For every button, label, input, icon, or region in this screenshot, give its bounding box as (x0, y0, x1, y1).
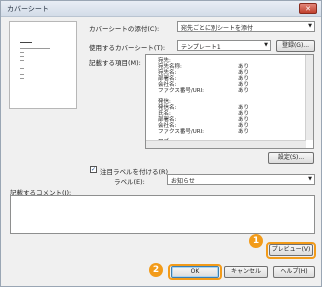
preview-line (20, 68, 24, 69)
cover-type-label: カバーシートの添付(C): (89, 25, 160, 33)
template-value: テンプレート1 (181, 44, 221, 51)
chevron-down-icon: ▼ (308, 23, 312, 29)
attention-label-checkbox[interactable]: ✓ (90, 166, 97, 173)
template-select[interactable]: テンプレート1 ▼ (177, 40, 271, 51)
preview-button[interactable]: プレビュー(V) (269, 244, 313, 256)
cover-type-value: 宛先ごとに別シートを添付 (181, 25, 254, 32)
preview-line (20, 78, 24, 79)
list-item: ファクス番号/URI: あり (158, 129, 250, 135)
list-item: ファクス番号/URI: あり (158, 88, 250, 94)
preview-line (20, 56, 24, 57)
register-button[interactable]: 登録(G)... (276, 40, 315, 52)
callout-2: 2 (149, 263, 163, 277)
chevron-down-icon: ▼ (308, 176, 312, 182)
preview-fax-heading (20, 42, 32, 43)
chevron-down-icon: ▼ (264, 42, 268, 48)
callout-1: 1 (249, 234, 263, 248)
cover-sheet-dialog: カバーシート ✕ カバーシートの添付(C): 宛先ごとに別シートを添付 ▼ 使用… (0, 0, 322, 287)
preview-line (20, 74, 24, 75)
title-bar: カバーシート ✕ (1, 1, 321, 17)
label-field-label: ラベル(E): (114, 178, 145, 186)
label-select[interactable]: お知らせ ▼ (167, 174, 315, 185)
label-select-value: お知らせ (171, 178, 195, 185)
vertical-scrollbar[interactable] (305, 55, 313, 140)
cover-type-select[interactable]: 宛先ごとに別シートを添付 ▼ (177, 21, 315, 32)
attention-checkbox-label: 注目ラベルを付ける(R) (100, 168, 169, 176)
preview-line (20, 60, 24, 61)
ok-button[interactable]: OK (171, 266, 219, 278)
help-button[interactable]: ヘルプ(H) (273, 266, 315, 278)
cover-preview-thumbnail (9, 21, 77, 109)
items-label: 記載する項目(M): (89, 59, 141, 67)
preview-line (20, 52, 24, 53)
items-list[interactable]: 宛先: 宛先名称: あり 宛先名: あり 部署名: あり 会社名: あり ファクス番号/… (145, 54, 314, 149)
comment-textarea[interactable] (10, 195, 315, 234)
template-label: 使用するカバーシート(T): (89, 44, 166, 52)
settings-button[interactable]: 設定(S)... (268, 152, 314, 164)
preview-line (20, 48, 50, 49)
horizontal-scrollbar[interactable] (146, 140, 306, 148)
cancel-button[interactable]: キャンセル (224, 266, 268, 278)
window-title: カバーシート (7, 5, 49, 13)
close-button[interactable]: ✕ (299, 3, 317, 14)
